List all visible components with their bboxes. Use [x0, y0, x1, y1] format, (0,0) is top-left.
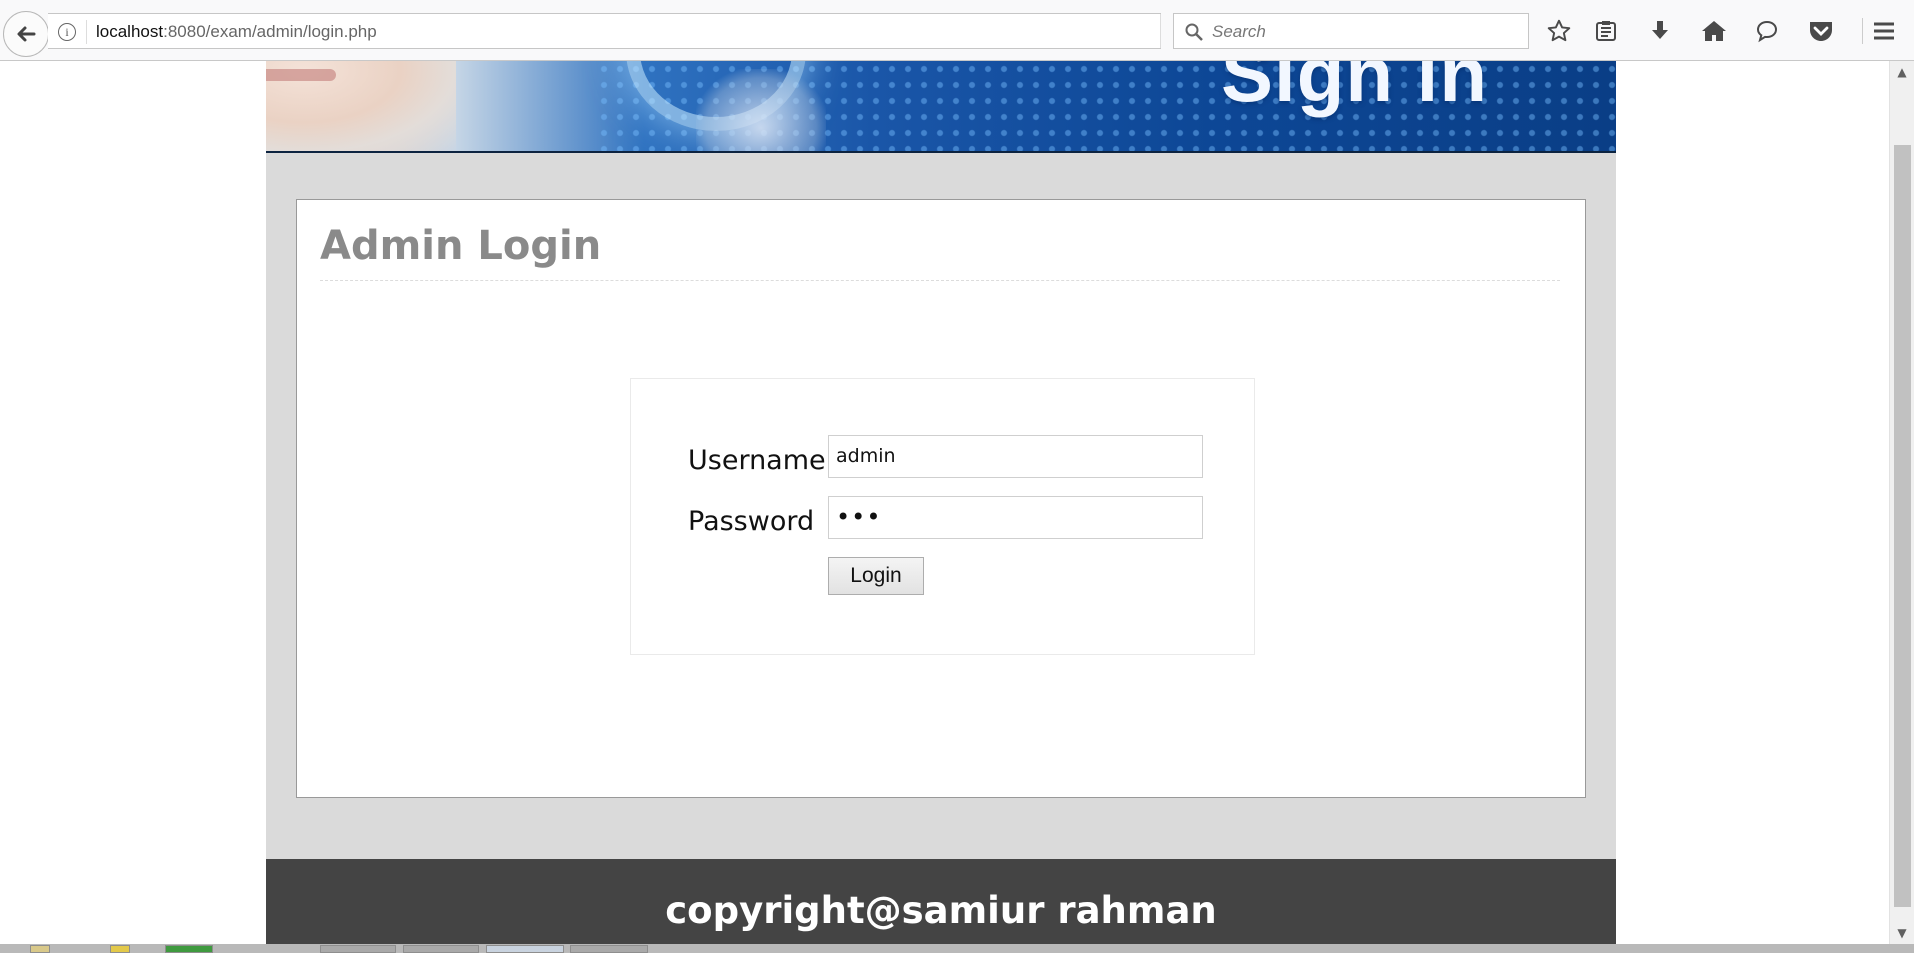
reading-list-icon: [1596, 21, 1616, 41]
bookmark-star-button[interactable]: [1541, 13, 1577, 49]
taskbar-item[interactable]: [486, 945, 564, 953]
url-text[interactable]: localhost:8080/exam/admin/login.php: [96, 22, 377, 42]
search-bar[interactable]: Search: [1173, 13, 1529, 49]
password-label: Password: [688, 506, 815, 537]
scroll-thumb[interactable]: [1894, 145, 1911, 907]
download-icon: [1652, 21, 1668, 39]
header-banner: Sign in: [266, 61, 1616, 153]
password-input[interactable]: •••: [828, 496, 1203, 539]
reading-list-button[interactable]: [1588, 13, 1624, 49]
menu-button[interactable]: [1866, 13, 1902, 49]
footer-copyright: copyright@samiur rahman: [665, 889, 1217, 932]
info-icon[interactable]: i: [58, 23, 76, 41]
page-title: Admin Login: [320, 223, 602, 269]
pocket-icon: [1810, 22, 1832, 41]
login-form: Username admin Password ••• Login: [630, 378, 1255, 655]
taskbar-item[interactable]: [403, 945, 479, 953]
home-button[interactable]: [1696, 13, 1732, 49]
taskbar-item[interactable]: [30, 945, 50, 953]
banner-person-lips: [266, 69, 336, 81]
title-divider: [320, 280, 1560, 281]
vertical-scrollbar[interactable]: ▲ ▼: [1889, 61, 1914, 944]
back-arrow-icon: [17, 26, 36, 42]
page-wrapper: Sign in Admin Login Username admin Passw…: [266, 61, 1616, 944]
page-viewport: Sign in Admin Login Username admin Passw…: [0, 61, 1889, 944]
home-icon: [1702, 21, 1726, 41]
username-input[interactable]: admin: [828, 435, 1203, 478]
taskbar-item[interactable]: [165, 945, 213, 953]
login-button[interactable]: Login: [828, 557, 924, 595]
url-bar[interactable]: i localhost:8080/exam/admin/login.php: [48, 13, 1192, 49]
scroll-up-arrow-icon[interactable]: ▲: [1890, 61, 1914, 83]
toolbar-divider: [1862, 18, 1863, 44]
url-path: :8080/exam/admin/login.php: [163, 22, 377, 41]
banner-bottom-border: [266, 151, 1616, 153]
search-placeholder: Search: [1212, 22, 1266, 41]
back-button[interactable]: [3, 11, 49, 57]
banner-hand-image: [696, 69, 826, 153]
pocket-button[interactable]: [1803, 13, 1839, 49]
url-host: localhost: [96, 22, 164, 41]
footer: copyright@samiur rahman: [266, 859, 1616, 944]
search-icon: [1185, 23, 1203, 41]
url-separator: [86, 20, 87, 44]
menu-icon: [1874, 22, 1894, 40]
chat-icon: [1756, 20, 1778, 43]
download-button[interactable]: [1642, 13, 1678, 49]
bookmark-star-icon: [1547, 19, 1571, 42]
banner-title: Sign in: [1221, 61, 1488, 118]
os-taskbar: [0, 944, 1914, 953]
taskbar-item[interactable]: [110, 945, 130, 953]
username-label: Username: [688, 445, 826, 476]
chat-button[interactable]: [1749, 13, 1785, 49]
admin-login-panel: Admin Login Username admin Password ••• …: [296, 199, 1586, 798]
taskbar-item[interactable]: [320, 945, 396, 953]
taskbar-item[interactable]: [570, 945, 648, 953]
browser-toolbar: i localhost:8080/exam/admin/login.php Se…: [0, 0, 1914, 61]
scroll-down-arrow-icon[interactable]: ▼: [1890, 922, 1914, 944]
